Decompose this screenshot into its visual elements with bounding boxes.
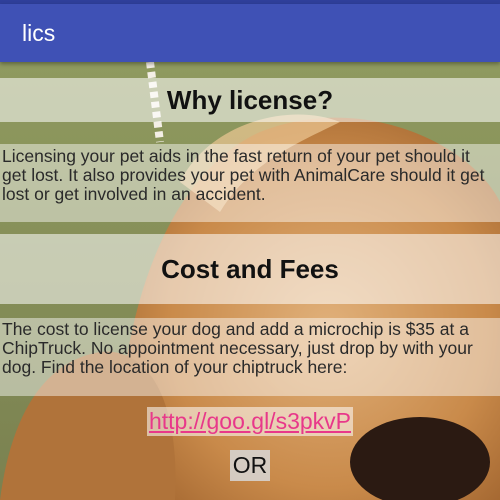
app-bar: lics [0,4,500,62]
cost-fees-heading: Cost and Fees [161,254,339,284]
app-title: lics [22,20,56,46]
cost-fees-heading-band: Cost and Fees [0,234,500,304]
cost-fees-text: The cost to license your dog and add a m… [0,318,500,396]
or-separator: OR [229,450,271,481]
content: Why license? Licensing your pet aids in … [0,62,500,500]
why-license-heading-band: Why license? [0,78,500,122]
or-container: OR [0,450,500,481]
why-license-heading: Why license? [166,85,334,115]
link-container: http://goo.gl/s3pkvP [0,407,500,436]
why-license-text: Licensing your pet aids in the fast retu… [0,144,500,222]
chiptruck-location-link[interactable]: http://goo.gl/s3pkvP [146,407,353,436]
